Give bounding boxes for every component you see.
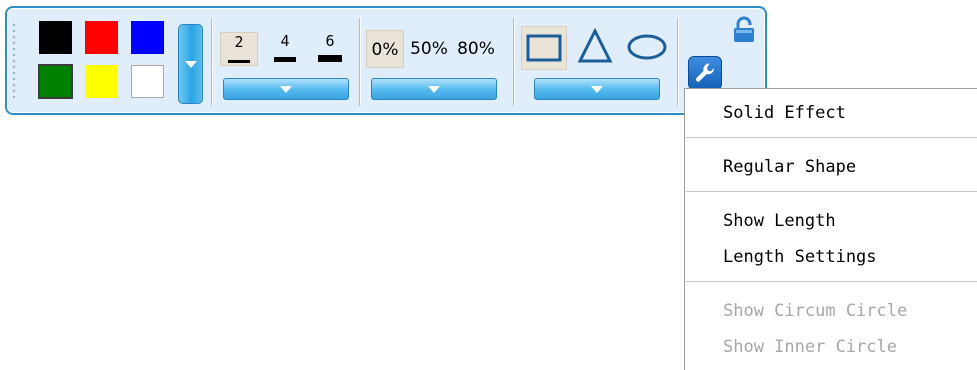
dropdown-arrow-icon bbox=[280, 86, 292, 93]
color-swatch-white[interactable] bbox=[131, 65, 164, 98]
color-swatch-red[interactable] bbox=[85, 21, 118, 54]
dropdown-arrow-icon bbox=[591, 86, 603, 93]
menu-item-show-circum-circle: Show Circum Circle bbox=[723, 301, 908, 321]
transparency-50[interactable]: 50% bbox=[406, 30, 452, 68]
menu-item-show-inner-circle: Show Inner Circle bbox=[723, 337, 897, 357]
dropdown-arrow-icon bbox=[184, 61, 197, 68]
menu-separator bbox=[686, 191, 977, 192]
ellipse-icon bbox=[627, 34, 667, 60]
line-width-dropdown-button[interactable] bbox=[223, 78, 349, 100]
color-swatch-yellow[interactable] bbox=[85, 65, 118, 98]
menu-item-solid-effect[interactable]: Solid Effect bbox=[723, 103, 846, 123]
color-swatch-blue[interactable] bbox=[131, 21, 164, 54]
lock-icon[interactable] bbox=[732, 16, 756, 44]
menu-separator bbox=[686, 281, 977, 282]
line-width-2[interactable]: 2 bbox=[220, 32, 258, 66]
shape-ellipse[interactable] bbox=[625, 26, 671, 70]
menu-separator bbox=[686, 137, 977, 138]
menu-item-regular-shape[interactable]: Regular Shape bbox=[723, 157, 856, 177]
drawing-toolbar: 2 4 6 0% 50% 80% bbox=[5, 6, 767, 115]
transparency-80[interactable]: 80% bbox=[453, 30, 499, 68]
rectangle-icon bbox=[526, 34, 562, 62]
line-width-4[interactable]: 4 bbox=[266, 32, 304, 66]
transparency-dropdown-button[interactable] bbox=[371, 78, 497, 100]
wrench-icon bbox=[695, 63, 715, 82]
color-dropdown-button[interactable] bbox=[178, 24, 203, 104]
tools-button[interactable] bbox=[688, 56, 722, 90]
line-width-6[interactable]: 6 bbox=[311, 32, 349, 66]
color-swatch-green[interactable] bbox=[38, 64, 73, 99]
shape-rectangle[interactable] bbox=[521, 26, 567, 70]
triangle-icon bbox=[577, 27, 613, 63]
dropdown-arrow-icon bbox=[428, 86, 440, 93]
color-swatch-black[interactable] bbox=[39, 21, 72, 54]
menu-item-show-length[interactable]: Show Length bbox=[723, 211, 836, 231]
shape-triangle[interactable] bbox=[573, 26, 619, 70]
shape-dropdown-button[interactable] bbox=[534, 78, 660, 100]
tools-context-menu: Solid Effect Regular Shape Show Length L… bbox=[684, 88, 977, 370]
menu-item-length-settings[interactable]: Length Settings bbox=[723, 247, 877, 267]
grip-dots-icon[interactable] bbox=[11, 22, 17, 102]
transparency-0[interactable]: 0% bbox=[366, 30, 404, 68]
